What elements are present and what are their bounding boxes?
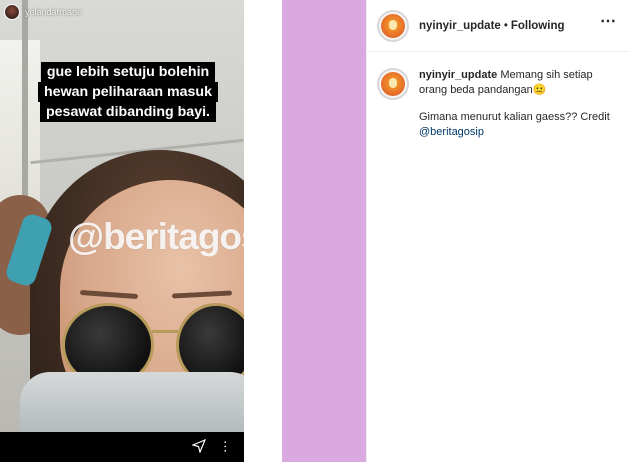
- following-button[interactable]: Following: [511, 20, 565, 32]
- avatar-image: [381, 13, 405, 38]
- post-header: nyinyir_update • Following ⋯: [367, 0, 630, 52]
- caption-line: hewan peliharaan masuk: [38, 82, 218, 102]
- mention-link[interactable]: @beritagosip: [419, 126, 484, 138]
- header-text: nyinyir_update • Following: [419, 20, 565, 32]
- post-panel: nyinyir_update • Following ⋯ nyinyir_updat…: [366, 0, 630, 462]
- story-avatar[interactable]: [4, 4, 20, 20]
- story-header: yolandarmarie: [4, 4, 82, 20]
- caption-username[interactable]: nyinyir_update: [419, 69, 497, 81]
- story-bottom-bar: [0, 432, 244, 462]
- gutter: [244, 0, 282, 462]
- purple-strip: [282, 0, 366, 462]
- caption-comment: nyinyir_update Memang sih setiap orang b…: [377, 68, 621, 139]
- more-options-icon[interactable]: ⋯: [600, 14, 617, 30]
- separator-dot: •: [503, 19, 508, 32]
- avatar[interactable]: [377, 9, 409, 42]
- header-username[interactable]: nyinyir_update: [419, 20, 501, 32]
- caption-line: gue lebih setuju bolehin: [40, 62, 216, 82]
- caption-paragraph: Gimana menurut kalian gaess?? Credit @be…: [419, 110, 621, 139]
- watermark: @beritagosip: [68, 216, 244, 257]
- story-username[interactable]: yolandarmarie: [25, 7, 82, 17]
- caption-line: pesawat dibanding bayi.: [40, 102, 216, 122]
- more-dots-icon[interactable]: ⋯: [218, 440, 233, 454]
- sunglass-bridge: [152, 330, 178, 333]
- caption-avatar[interactable]: [377, 68, 409, 100]
- story-caption: gue lebih setuju bolehin hewan peliharaa…: [28, 62, 228, 122]
- caption-line2: Gimana menurut kalian gaess?? Credit: [419, 111, 610, 123]
- caption-body: nyinyir_update Memang sih setiap orang b…: [419, 68, 621, 139]
- send-icon[interactable]: [191, 438, 207, 456]
- story-image: yolandarmarie gue lebih setuju bolehin h…: [0, 0, 244, 462]
- avatar-image: [381, 72, 405, 96]
